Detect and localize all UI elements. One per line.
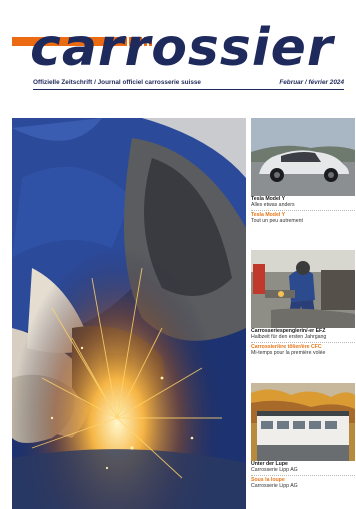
article-teaser-apprentice[interactable]: Carrosseriespenglerin/-er EFZ Halbzeit f…	[251, 250, 355, 356]
article-teaser-lipp[interactable]: Unter der Lupe Carrosserie Lipp AG Sous …	[251, 383, 355, 489]
building-photo	[251, 383, 355, 461]
article-caption: Unter der Lupe Carrosserie Lipp AG Sous …	[251, 461, 355, 489]
cover-photo-grinding	[12, 118, 246, 509]
article-subtitle-fr: Carrosserie Lipp AG	[251, 482, 298, 489]
magazine-logo: carrossier	[30, 18, 334, 78]
article-teaser-tesla[interactable]: Tesla Model Y Alles etwas anders Tesla M…	[251, 118, 355, 224]
caption-divider	[251, 341, 355, 343]
tesla-photo	[251, 118, 355, 196]
masthead-divider	[33, 89, 344, 90]
article-caption: Carrosseriespenglerin/-er EFZ Halbzeit f…	[251, 328, 355, 356]
article-subtitle-de: Alles etwas anders	[251, 202, 295, 209]
article-caption: Tesla Model Y Alles etwas anders Tesla M…	[251, 196, 355, 224]
caption-divider	[251, 474, 355, 476]
article-subtitle-de: Carrosserie Lipp AG	[251, 467, 298, 474]
issue-date: Februar / février 2024	[279, 79, 344, 86]
magazine-subtitle: Offizielle Zeitschrift / Journal officie…	[33, 79, 201, 86]
masthead: carrossier Offizielle Zeitschrift / Jour…	[0, 0, 356, 112]
article-subtitle-fr: Tout un peu autrement	[251, 217, 303, 224]
workshop-photo	[251, 250, 355, 328]
article-subtitle-fr: Mi-temps pour la première volée	[251, 349, 326, 356]
article-subtitle-de: Halbzeit für den ersten Jahrgang	[251, 334, 327, 341]
caption-divider	[251, 209, 355, 211]
